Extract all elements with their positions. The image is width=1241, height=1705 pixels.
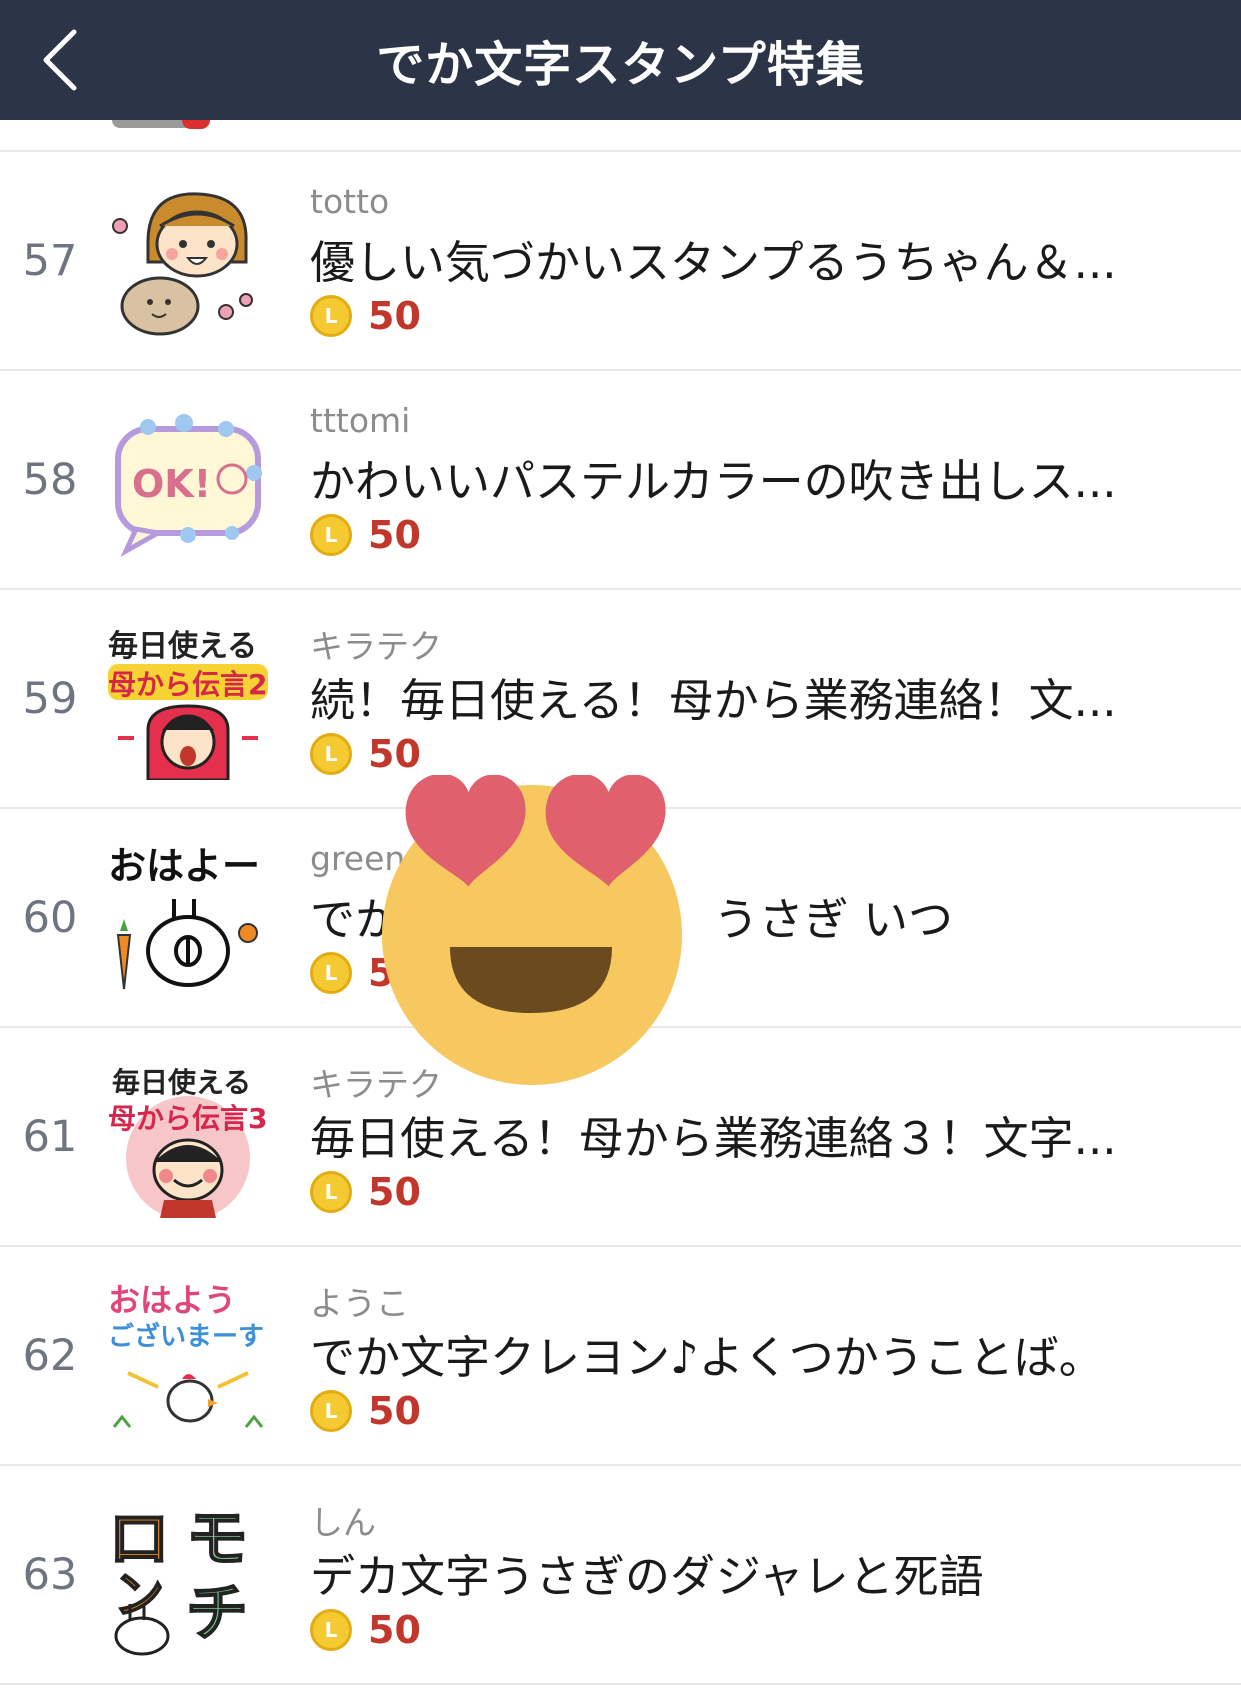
sticker-text: モ xyxy=(186,1502,248,1575)
sticker-text: チ xyxy=(186,1576,248,1649)
list-item[interactable]: 62 おはよう ございまーす ようこ でか文字クレヨン♪よくつかうことば。 L … xyxy=(0,1247,1241,1466)
line-coin-icon: L xyxy=(310,1171,352,1213)
header-bar: でか文字スタンプ特集 xyxy=(0,0,1241,120)
sticker-text: 母から伝言3 xyxy=(108,1102,267,1135)
line-coin-icon: L xyxy=(310,514,352,556)
price: L 50 xyxy=(310,511,421,559)
creator-name: しん xyxy=(310,1503,376,1542)
sticker-thumbnail[interactable] xyxy=(108,182,268,342)
line-coin-icon: L xyxy=(310,733,352,775)
sticker-title: 優しい気づかいスタンプるうちゃん＆... xyxy=(310,236,1117,289)
price-value: 50 xyxy=(368,294,421,338)
sticker-text: おはよー xyxy=(108,844,260,888)
price: L 50 xyxy=(310,1168,421,1216)
chevron-left-icon xyxy=(43,29,77,91)
ok-speech-bubble-sticker-icon: OK! xyxy=(115,414,262,557)
price-value: 50 xyxy=(368,1170,421,1214)
mom-message-2-sticker-icon: 毎日使える 母から伝言2 xyxy=(108,629,268,780)
list-item[interactable]: 57 totto 優しい気づかいスタンプるうちゃん＆... L 50 xyxy=(0,152,1241,371)
sticker-thumbnail[interactable]: 毎日使える 母から伝言2 xyxy=(108,620,268,780)
sticker-text: 毎日使える xyxy=(108,629,257,664)
rank-number: 60 xyxy=(22,892,78,943)
back-button[interactable] xyxy=(30,22,90,98)
sticker-thumbnail[interactable]: 毎日使える 母から伝言3 xyxy=(108,1058,268,1218)
good-morning-chicken-sticker-icon: おはよう ございまーす xyxy=(108,1281,264,1428)
price-value: 50 xyxy=(368,1608,421,1652)
line-coin-icon: L xyxy=(310,952,352,994)
sticker-title: かわいいパステルカラーの吹き出しス... xyxy=(310,455,1117,508)
price: L 50 xyxy=(310,730,421,778)
creator-name: tttomi xyxy=(310,401,411,440)
sticker-text: 毎日使える xyxy=(112,1066,251,1099)
list-item[interactable]: 63 ロ モ ン チ しん デカ文字うさぎのダジャレと死語 L 50 xyxy=(0,1466,1241,1685)
price-value: 50 xyxy=(368,1389,421,1433)
price: L 50 xyxy=(310,292,421,340)
heart-eyes-emoji-icon xyxy=(380,773,690,1085)
price-value: 50 xyxy=(368,732,421,776)
sticker-text: ロ xyxy=(108,1502,170,1575)
creator-name: ようこ xyxy=(310,1284,409,1323)
sticker-text: 母から伝言2 xyxy=(108,668,267,701)
rank-number: 58 xyxy=(22,454,78,505)
mom-message-3-sticker-icon: 毎日使える 母から伝言3 xyxy=(108,1066,267,1218)
ohayo-rabbit-sticker-icon: おはよー xyxy=(108,844,260,990)
sticker-title: デカ文字うさぎのダジャレと死語 xyxy=(310,1550,984,1603)
sticker-text: ン xyxy=(114,1566,164,1624)
sticker-text: ございまーす xyxy=(108,1321,264,1352)
line-coin-icon: L xyxy=(310,1609,352,1651)
list-item[interactable]: 58 OK! tttomi かわいいパステルカラーの吹き出しス... L 50 xyxy=(0,371,1241,590)
price-value: 50 xyxy=(368,513,421,557)
sticker-title: 毎日使える！母から業務連絡３！文字... xyxy=(310,1112,1117,1165)
rank-number: 62 xyxy=(22,1330,78,1381)
sticker-title: でか文字クレヨン♪よくつかうことば。 xyxy=(310,1331,1104,1384)
rank-number: 61 xyxy=(22,1111,78,1162)
sticker-thumbnail[interactable]: おはよう ございまーす xyxy=(108,1277,268,1437)
sticker-thumbnail[interactable]: ロ モ ン チ xyxy=(108,1496,268,1656)
line-coin-icon: L xyxy=(310,1390,352,1432)
sticker-text: おはよう xyxy=(108,1281,236,1319)
line-coin-icon: L xyxy=(310,295,352,337)
sticker-text: OK! xyxy=(132,462,211,506)
rank-number: 59 xyxy=(22,673,78,724)
creator-name: キラテク xyxy=(310,627,442,666)
price: L 50 xyxy=(310,1387,421,1435)
price: L 50 xyxy=(310,1606,421,1654)
rank-number: 63 xyxy=(22,1549,78,1600)
rank-number: 57 xyxy=(22,235,78,286)
previous-thumb-fragment-red xyxy=(182,120,210,129)
sticker-thumbnail[interactable]: OK! xyxy=(108,401,268,561)
sticker-title: 続！毎日使える！母から業務連絡！文... xyxy=(310,674,1117,727)
page-title: でか文字スタンプ特集 xyxy=(376,37,865,93)
girl-and-bear-sticker-icon xyxy=(112,192,253,336)
romanchi-rabbit-sticker-icon: ロ モ ン チ xyxy=(108,1501,249,1656)
previous-item-partial xyxy=(0,120,1241,152)
sticker-thumbnail[interactable]: おはよー xyxy=(108,839,268,999)
creator-name: totto xyxy=(310,182,390,221)
